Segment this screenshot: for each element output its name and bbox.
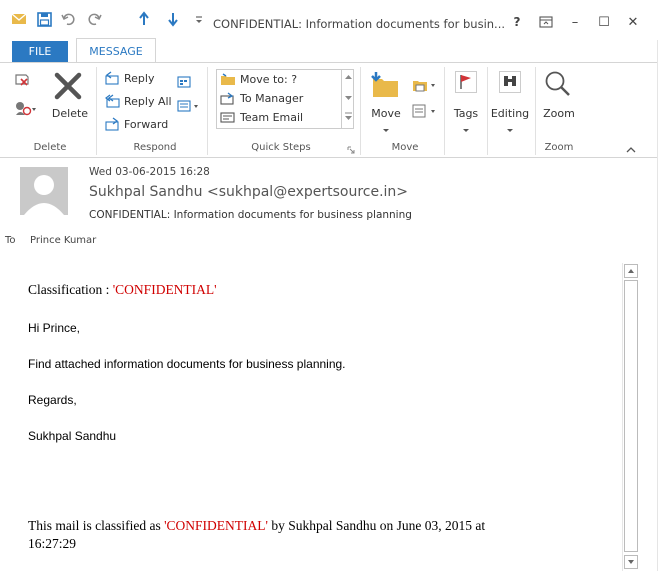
- ribbon-separator: [360, 67, 361, 155]
- quick-step-label: Team Email: [240, 111, 304, 124]
- cleanup-icon[interactable]: [14, 99, 40, 120]
- forward-button[interactable]: Forward: [104, 117, 168, 131]
- delete-button-label[interactable]: Delete: [50, 107, 90, 120]
- move-folder-icon[interactable]: [370, 69, 400, 102]
- onenote-actions-icon[interactable]: [412, 103, 438, 122]
- dialog-launcher-icon[interactable]: [347, 144, 355, 157]
- team-email-icon: [220, 112, 235, 123]
- greeting: Hi Prince,: [28, 321, 81, 335]
- ignore-icon[interactable]: [14, 71, 32, 92]
- editing-dropdown-arrow[interactable]: [506, 124, 514, 137]
- reply-all-label: Reply All: [124, 94, 172, 108]
- scroll-up-button[interactable]: [624, 264, 638, 278]
- classification-prefix: Classification :: [28, 282, 113, 297]
- footer-value: 'CONFIDENTIAL': [164, 518, 268, 533]
- ribbon: Delete Delete Reply Reply All Forward Re…: [0, 62, 664, 158]
- signature: Sukhpal Sandhu: [28, 429, 117, 443]
- customize-qat-icon[interactable]: [190, 10, 208, 28]
- vertical-scrollbar[interactable]: [622, 263, 638, 571]
- next-item-icon[interactable]: [164, 10, 182, 28]
- ribbon-separator: [96, 67, 97, 155]
- message-subject: CONFIDENTIAL: Information documents for …: [89, 209, 412, 221]
- recipient[interactable]: Prince Kumar: [30, 235, 96, 246]
- rules-icon[interactable]: [412, 77, 438, 96]
- footer-suffix: by Sukhpal Sandhu on June 03, 2015 at: [267, 518, 486, 533]
- folder-arrow-icon: [221, 73, 235, 85]
- quick-step-to-manager[interactable]: To Manager: [217, 89, 353, 108]
- message-sender[interactable]: Sukhpal Sandhu <sukhpal@expertsource.in>: [89, 184, 408, 200]
- forward-label: Forward: [124, 117, 169, 131]
- scroll-down-button[interactable]: [624, 555, 638, 569]
- help-button[interactable]: ?: [507, 12, 527, 32]
- undo-icon[interactable]: [60, 10, 78, 28]
- redo-icon[interactable]: [85, 10, 103, 28]
- tags-dropdown-arrow[interactable]: [462, 124, 470, 137]
- window-title: CONFIDENTIAL: Information documents for …: [213, 17, 506, 31]
- previous-item-icon[interactable]: [135, 10, 153, 28]
- reply-all-icon: [105, 94, 120, 108]
- window-right-border: [657, 40, 664, 571]
- forward-mail-icon: [220, 92, 234, 105]
- classification-footer: This mail is classified as 'CONFIDENTIAL…: [28, 518, 485, 534]
- quick-step-label: To Manager: [240, 92, 304, 105]
- move-group-label: Move: [391, 142, 419, 153]
- classification-line: Classification : 'CONFIDENTIAL': [28, 282, 217, 298]
- ribbon-separator: [444, 67, 445, 155]
- scroll-thumb[interactable]: [624, 280, 638, 552]
- reply-icon: [105, 71, 119, 85]
- move-dropdown-arrow[interactable]: [382, 124, 390, 137]
- reply-all-button[interactable]: Reply All: [104, 94, 172, 108]
- respond-group-label: Respond: [133, 142, 177, 153]
- collapse-ribbon-icon[interactable]: [626, 144, 636, 157]
- move-button-label[interactable]: Move: [366, 107, 406, 120]
- more-respond-icon[interactable]: [177, 99, 203, 116]
- reply-button[interactable]: Reply: [104, 71, 154, 85]
- delete-icon[interactable]: [53, 71, 83, 104]
- ribbon-display-options-icon[interactable]: [536, 12, 556, 32]
- close-button[interactable]: ✕: [623, 12, 643, 32]
- footer-prefix: This mail is classified as: [28, 518, 165, 533]
- forward-icon: [105, 117, 119, 131]
- envelope-icon: [10, 10, 28, 28]
- tab-file[interactable]: FILE: [12, 41, 68, 62]
- zoom-button-label[interactable]: Zoom: [538, 107, 580, 120]
- save-icon[interactable]: [35, 10, 53, 28]
- quick-steps-gallery: Move to: ? To Manager Team Email: [216, 69, 354, 129]
- ribbon-separator: [487, 67, 488, 155]
- message-date: Wed 03-06-2015 16:28: [89, 166, 210, 178]
- regards: Regards,: [28, 393, 77, 407]
- body-line: Find attached information documents for …: [28, 357, 346, 371]
- quick-steps-group-label: Quick Steps: [251, 142, 311, 153]
- editing-button-label[interactable]: Editing: [489, 107, 531, 120]
- quick-step-label: Move to: ?: [240, 73, 298, 86]
- ribbon-separator: [207, 67, 208, 155]
- avatar: [20, 167, 68, 215]
- ribbon-separator: [535, 67, 536, 155]
- maximize-button[interactable]: ☐: [594, 12, 614, 32]
- reply-label: Reply: [124, 71, 155, 85]
- binoculars-icon[interactable]: [499, 71, 521, 96]
- minimize-button[interactable]: –: [565, 12, 585, 32]
- delete-group-label: Delete: [33, 142, 67, 153]
- meeting-reply-icon[interactable]: [177, 75, 193, 92]
- tags-button-label[interactable]: Tags: [448, 107, 484, 120]
- flag-icon[interactable]: [455, 71, 477, 96]
- quick-step-team-email[interactable]: Team Email: [217, 108, 353, 127]
- zoom-icon[interactable]: [543, 69, 573, 102]
- tab-message[interactable]: MESSAGE: [76, 38, 156, 63]
- quick-steps-scroll[interactable]: [341, 69, 354, 129]
- to-label: To: [5, 235, 16, 246]
- zoom-group-label: Zoom: [544, 142, 574, 153]
- classification-value: 'CONFIDENTIAL': [112, 282, 217, 297]
- classification-footer-time: 16:27:29: [28, 536, 77, 551]
- quick-step-move-to[interactable]: Move to: ?: [217, 70, 353, 89]
